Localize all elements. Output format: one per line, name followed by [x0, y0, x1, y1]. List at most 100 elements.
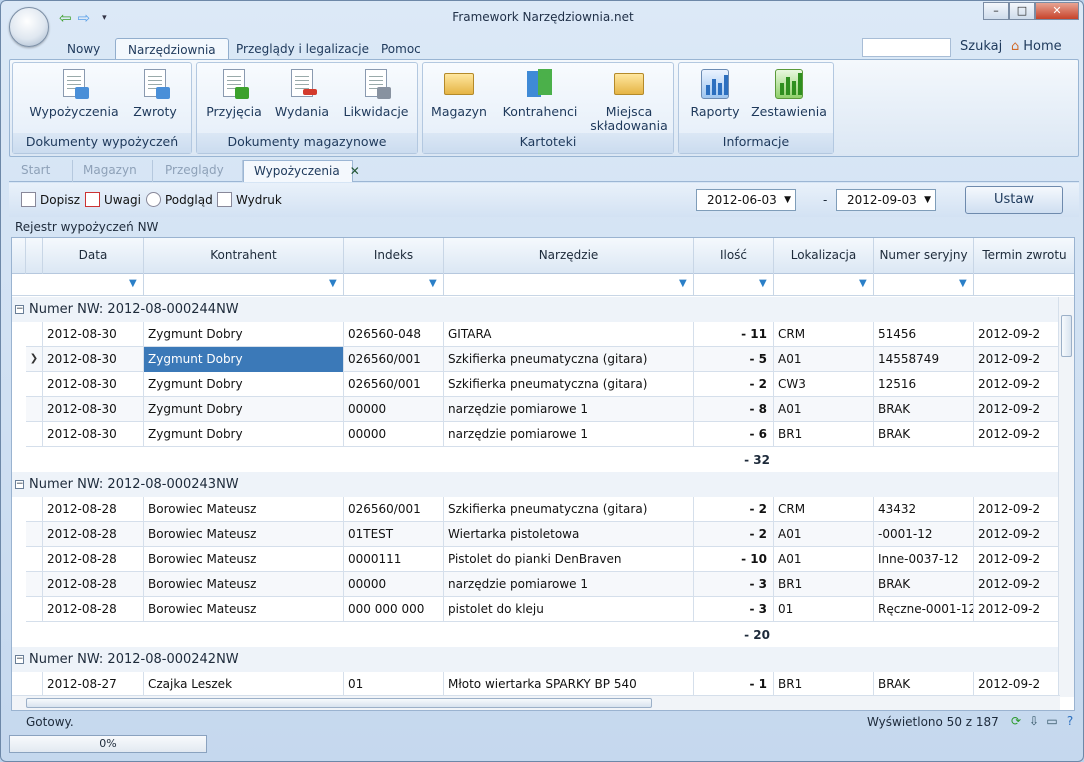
table-cell[interactable]: Borowiec Mateusz [144, 597, 344, 622]
table-cell[interactable]: 2012-09-2 [974, 572, 1060, 597]
raporty-button[interactable]: Raporty [683, 67, 747, 119]
filter-icon[interactable]: ▼ [429, 279, 439, 289]
search-input[interactable] [862, 38, 951, 57]
miejsca-skladowania-button[interactable]: Miejsca składowania [589, 67, 669, 133]
table-cell[interactable]: Zygmunt Dobry [144, 322, 344, 347]
table-cell[interactable]: GITARA [444, 322, 694, 347]
table-cell[interactable]: - 2 [694, 497, 774, 522]
doc-tab-przeglady[interactable]: Przeglądy [155, 160, 243, 182]
table-cell[interactable]: 2012-09-2 [974, 597, 1060, 622]
table-row[interactable]: 2012-08-28 Borowiec Mateusz 026560/001 Szki… [26, 497, 1060, 522]
table-cell[interactable]: Borowiec Mateusz [144, 572, 344, 597]
table-cell[interactable]: 2012-08-28 [43, 547, 144, 572]
table-row[interactable]: 2012-08-30 Zygmunt Dobry 00000 narzędzie po… [26, 422, 1060, 447]
table-cell[interactable]: 2012-08-27 [43, 672, 144, 697]
podglad-button[interactable]: Podgląd [146, 192, 213, 207]
col-lokalizacja[interactable]: Lokalizacja [774, 238, 874, 274]
table-cell[interactable]: 2012-09-2 [974, 372, 1060, 397]
table-row[interactable]: 2012-08-30 Zygmunt Dobry 00000 narzędzie po… [26, 397, 1060, 422]
col-narzedzie[interactable]: Narzędzie [444, 238, 694, 274]
table-row[interactable]: 2012-08-30 Zygmunt Dobry 026560-048 GITARA -… [26, 322, 1060, 347]
table-cell[interactable]: 0000111 [344, 547, 444, 572]
likwidacje-button[interactable]: Likwidacje [339, 67, 413, 119]
table-cell[interactable]: CRM [774, 322, 874, 347]
minimize-button[interactable]: – [983, 2, 1009, 20]
table-cell[interactable]: 14558749 [874, 347, 974, 372]
table-cell[interactable]: Szkifierka pneumatyczna (gitara) [444, 372, 694, 397]
table-cell[interactable]: Wiertarka pistoletowa [444, 522, 694, 547]
uwagi-button[interactable]: Uwagi [85, 192, 141, 207]
table-cell[interactable]: 2012-08-30 [43, 372, 144, 397]
filter-icon[interactable]: ▼ [959, 279, 969, 289]
table-cell[interactable]: 2012-08-30 [43, 322, 144, 347]
table-cell[interactable]: Inne-0037-12 [874, 547, 974, 572]
table-cell[interactable]: A01 [774, 547, 874, 572]
table-cell[interactable]: 2012-09-2 [974, 347, 1060, 372]
przyjecia-button[interactable]: Przyjęcia [203, 67, 265, 119]
table-cell[interactable]: 2012-08-28 [43, 572, 144, 597]
tab-narzedziownia[interactable]: Narzędziownia [115, 38, 229, 61]
table-cell[interactable]: 00000 [344, 397, 444, 422]
table-cell[interactable]: 00000 [344, 572, 444, 597]
table-cell[interactable]: Czajka Leszek [144, 672, 344, 697]
table-cell[interactable]: - 8 [694, 397, 774, 422]
wydruk-button[interactable]: Wydruk [217, 192, 282, 207]
zestawienia-button[interactable]: Zestawienia [749, 67, 829, 119]
home-button[interactable]: ⌂ Home [1011, 39, 1062, 54]
table-cell[interactable]: - 3 [694, 572, 774, 597]
filter-icon[interactable]: ▼ [859, 279, 869, 289]
col-data[interactable]: Data [43, 238, 144, 274]
table-cell[interactable]: Borowiec Mateusz [144, 522, 344, 547]
table-cell[interactable]: CRM [774, 497, 874, 522]
filter-termin-zwrotu[interactable] [974, 274, 1074, 296]
table-cell[interactable]: CW3 [774, 372, 874, 397]
doc-tab-magazyn[interactable]: Magazyn [73, 160, 153, 182]
doc-tab-wypozyczenia[interactable]: Wypożyczenia ✕ [243, 160, 360, 182]
collapse-icon[interactable]: − [15, 305, 24, 314]
table-cell[interactable]: 2012-08-28 [43, 597, 144, 622]
table-cell[interactable]: Zygmunt Dobry [144, 347, 344, 372]
table-cell[interactable]: Pistolet do pianki DenBraven [444, 547, 694, 572]
table-cell[interactable]: 2012-09-2 [974, 672, 1060, 697]
table-cell[interactable]: 2012-08-30 [43, 347, 144, 372]
table-cell[interactable]: 51456 [874, 322, 974, 347]
table-cell[interactable]: 026560-048 [344, 322, 444, 347]
table-cell[interactable]: Młoto wiertarka SPARKY BP 540 [444, 672, 694, 697]
table-row[interactable]: 2012-08-30 Zygmunt Dobry 026560/001 Szkifie… [26, 372, 1060, 397]
table-cell[interactable]: - 2 [694, 372, 774, 397]
filter-numer-seryjny[interactable]: ▼ [874, 274, 974, 296]
table-row[interactable]: 2012-08-28 Borowiec Mateusz 01TEST Wiertark… [26, 522, 1060, 547]
table-cell[interactable]: Zygmunt Dobry [144, 372, 344, 397]
table-row[interactable]: ❯ 2012-08-30 Zygmunt Dobry 026560/001 Szkifi… [26, 347, 1060, 372]
table-cell[interactable]: 2012-08-30 [43, 422, 144, 447]
table-cell[interactable]: -0001-12 [874, 522, 974, 547]
table-row[interactable]: 2012-08-28 Borowiec Mateusz 000 000 000 pis… [26, 597, 1060, 622]
table-cell[interactable]: Szkifierka pneumatyczna (gitara) [444, 347, 694, 372]
vertical-scrollbar[interactable] [1058, 297, 1074, 697]
zwroty-button[interactable]: Zwroty [125, 67, 185, 119]
tab-nowy[interactable]: Nowy [55, 38, 112, 61]
export-icon[interactable]: ⇩ [1027, 714, 1041, 728]
close-tab-icon[interactable]: ✕ [350, 164, 360, 178]
table-cell[interactable]: A01 [774, 522, 874, 547]
filter-kontrahent[interactable]: ▼ [144, 274, 344, 296]
table-cell[interactable]: BR1 [774, 422, 874, 447]
group-header[interactable]: − Numer NW: 2012-08-000244NW [12, 297, 1060, 322]
table-cell[interactable]: 12516 [874, 372, 974, 397]
table-row[interactable]: 2012-08-27 Czajka Leszek 01 Młoto wiertarka… [26, 672, 1060, 697]
table-cell[interactable]: 2012-09-2 [974, 422, 1060, 447]
refresh-icon[interactable]: ⟳ [1009, 714, 1023, 728]
filter-icon[interactable]: ▼ [129, 279, 139, 289]
table-cell[interactable]: 00000 [344, 422, 444, 447]
filter-data[interactable]: ▼ [43, 274, 144, 296]
table-cell[interactable]: 01 [774, 597, 874, 622]
col-indeks[interactable]: Indeks [344, 238, 444, 274]
table-cell[interactable]: - 6 [694, 422, 774, 447]
application-menu-button[interactable] [9, 7, 49, 47]
date-to-picker[interactable]: 2012-09-03 ▼ [836, 189, 936, 211]
table-cell[interactable]: 2012-09-2 [974, 547, 1060, 572]
table-row[interactable]: 2012-08-28 Borowiec Mateusz 00000 narzędzie… [26, 572, 1060, 597]
table-cell[interactable]: 2012-08-28 [43, 497, 144, 522]
table-cell[interactable]: 2012-08-30 [43, 397, 144, 422]
table-cell[interactable]: narzędzie pomiarowe 1 [444, 422, 694, 447]
